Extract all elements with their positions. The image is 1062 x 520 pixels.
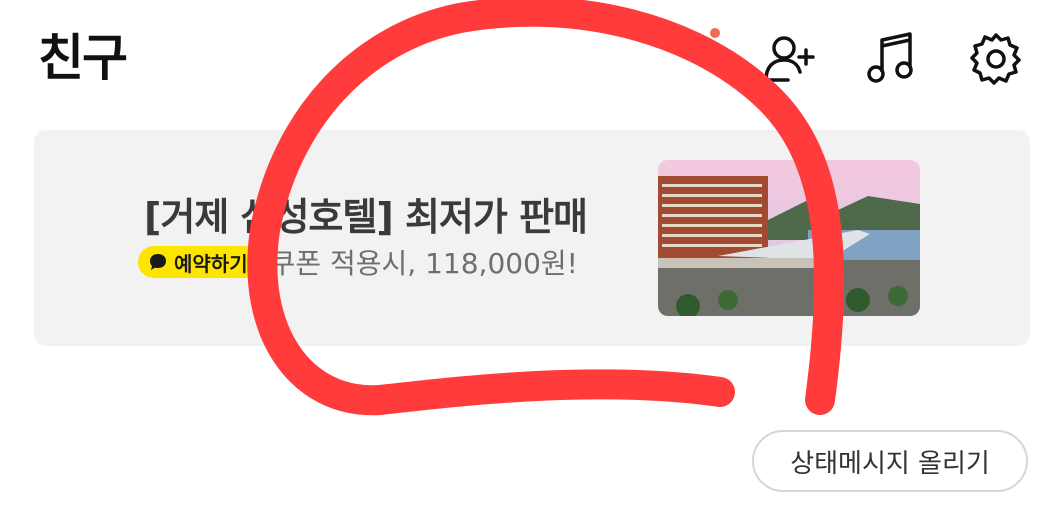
status-message-button[interactable]: 상태메시지 올리기 (752, 430, 1028, 492)
ad-banner[interactable]: [거제 삼성호텔] 최저가 판매 예약하기 쿠폰 적용시, 118,000원! (34, 130, 1030, 346)
banner-subtitle-row: 예약하기 쿠폰 적용시, 118,000원! (138, 242, 578, 282)
music-icon (867, 32, 913, 83)
add-friend-icon (764, 36, 815, 82)
notification-dot (710, 28, 720, 38)
add-friend-button[interactable] (758, 28, 818, 88)
banner-subtitle: 쿠폰 적용시, 118,000원! (269, 247, 578, 280)
reserve-badge[interactable]: 예약하기 (138, 246, 260, 278)
chat-bubble-icon (150, 254, 166, 270)
page-title: 친구 (38, 29, 128, 87)
hotel-photo (658, 160, 920, 316)
settings-gear-icon (970, 33, 1021, 85)
music-button[interactable] (862, 28, 922, 88)
banner-title: [거제 삼성호텔] 최저가 판매 (144, 195, 588, 239)
settings-button[interactable] (966, 28, 1026, 88)
reserve-badge-label: 예약하기 (174, 251, 248, 276)
